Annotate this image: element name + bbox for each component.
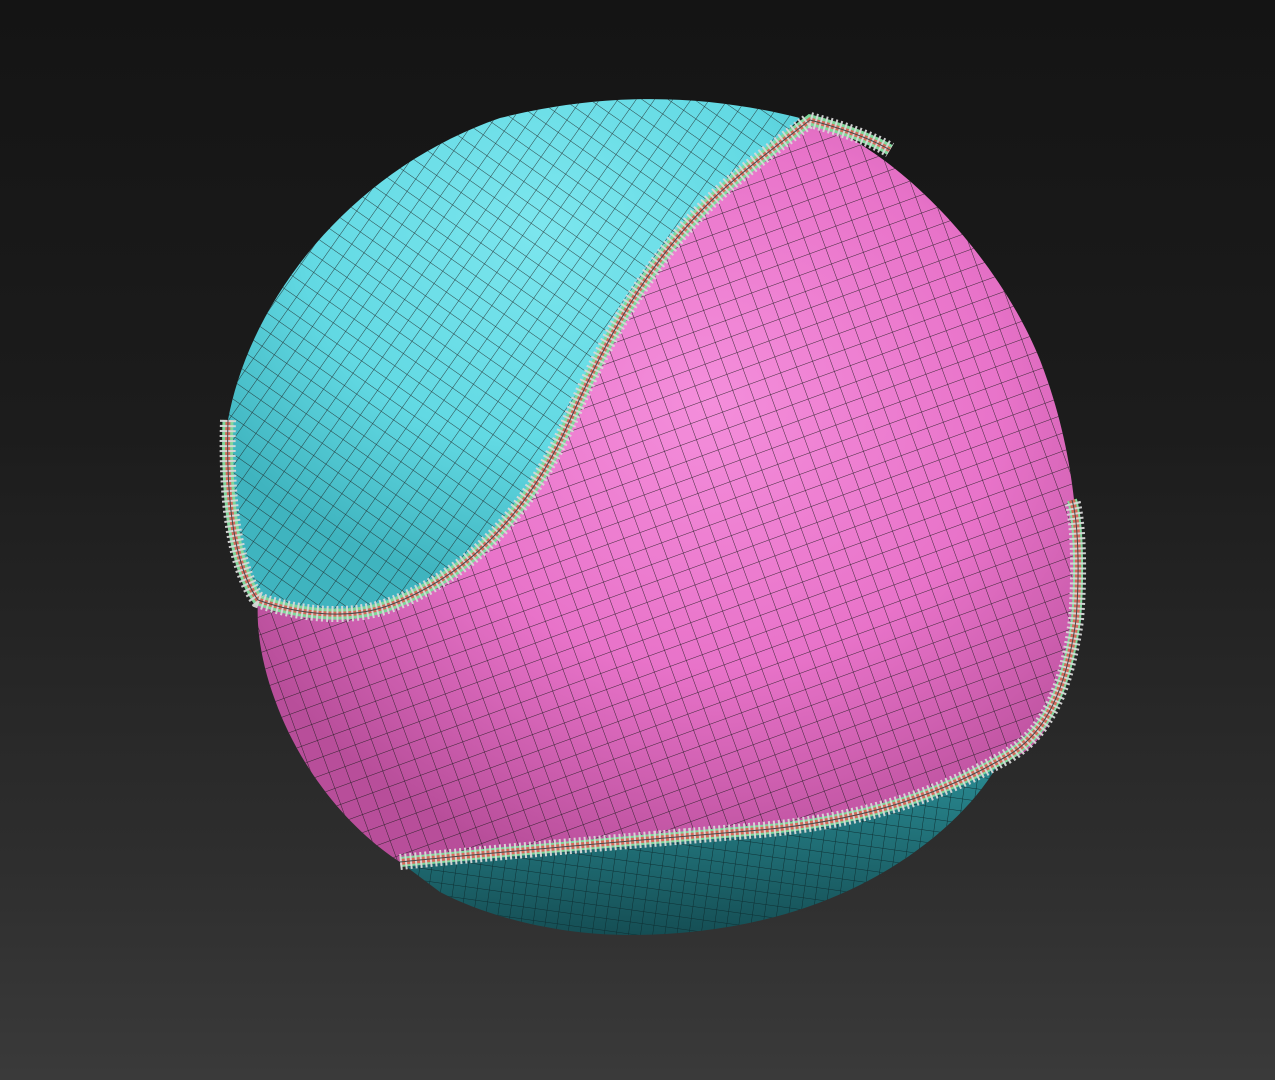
baseball-model[interactable] (0, 0, 1275, 1080)
3d-viewport[interactable] (0, 0, 1275, 1080)
